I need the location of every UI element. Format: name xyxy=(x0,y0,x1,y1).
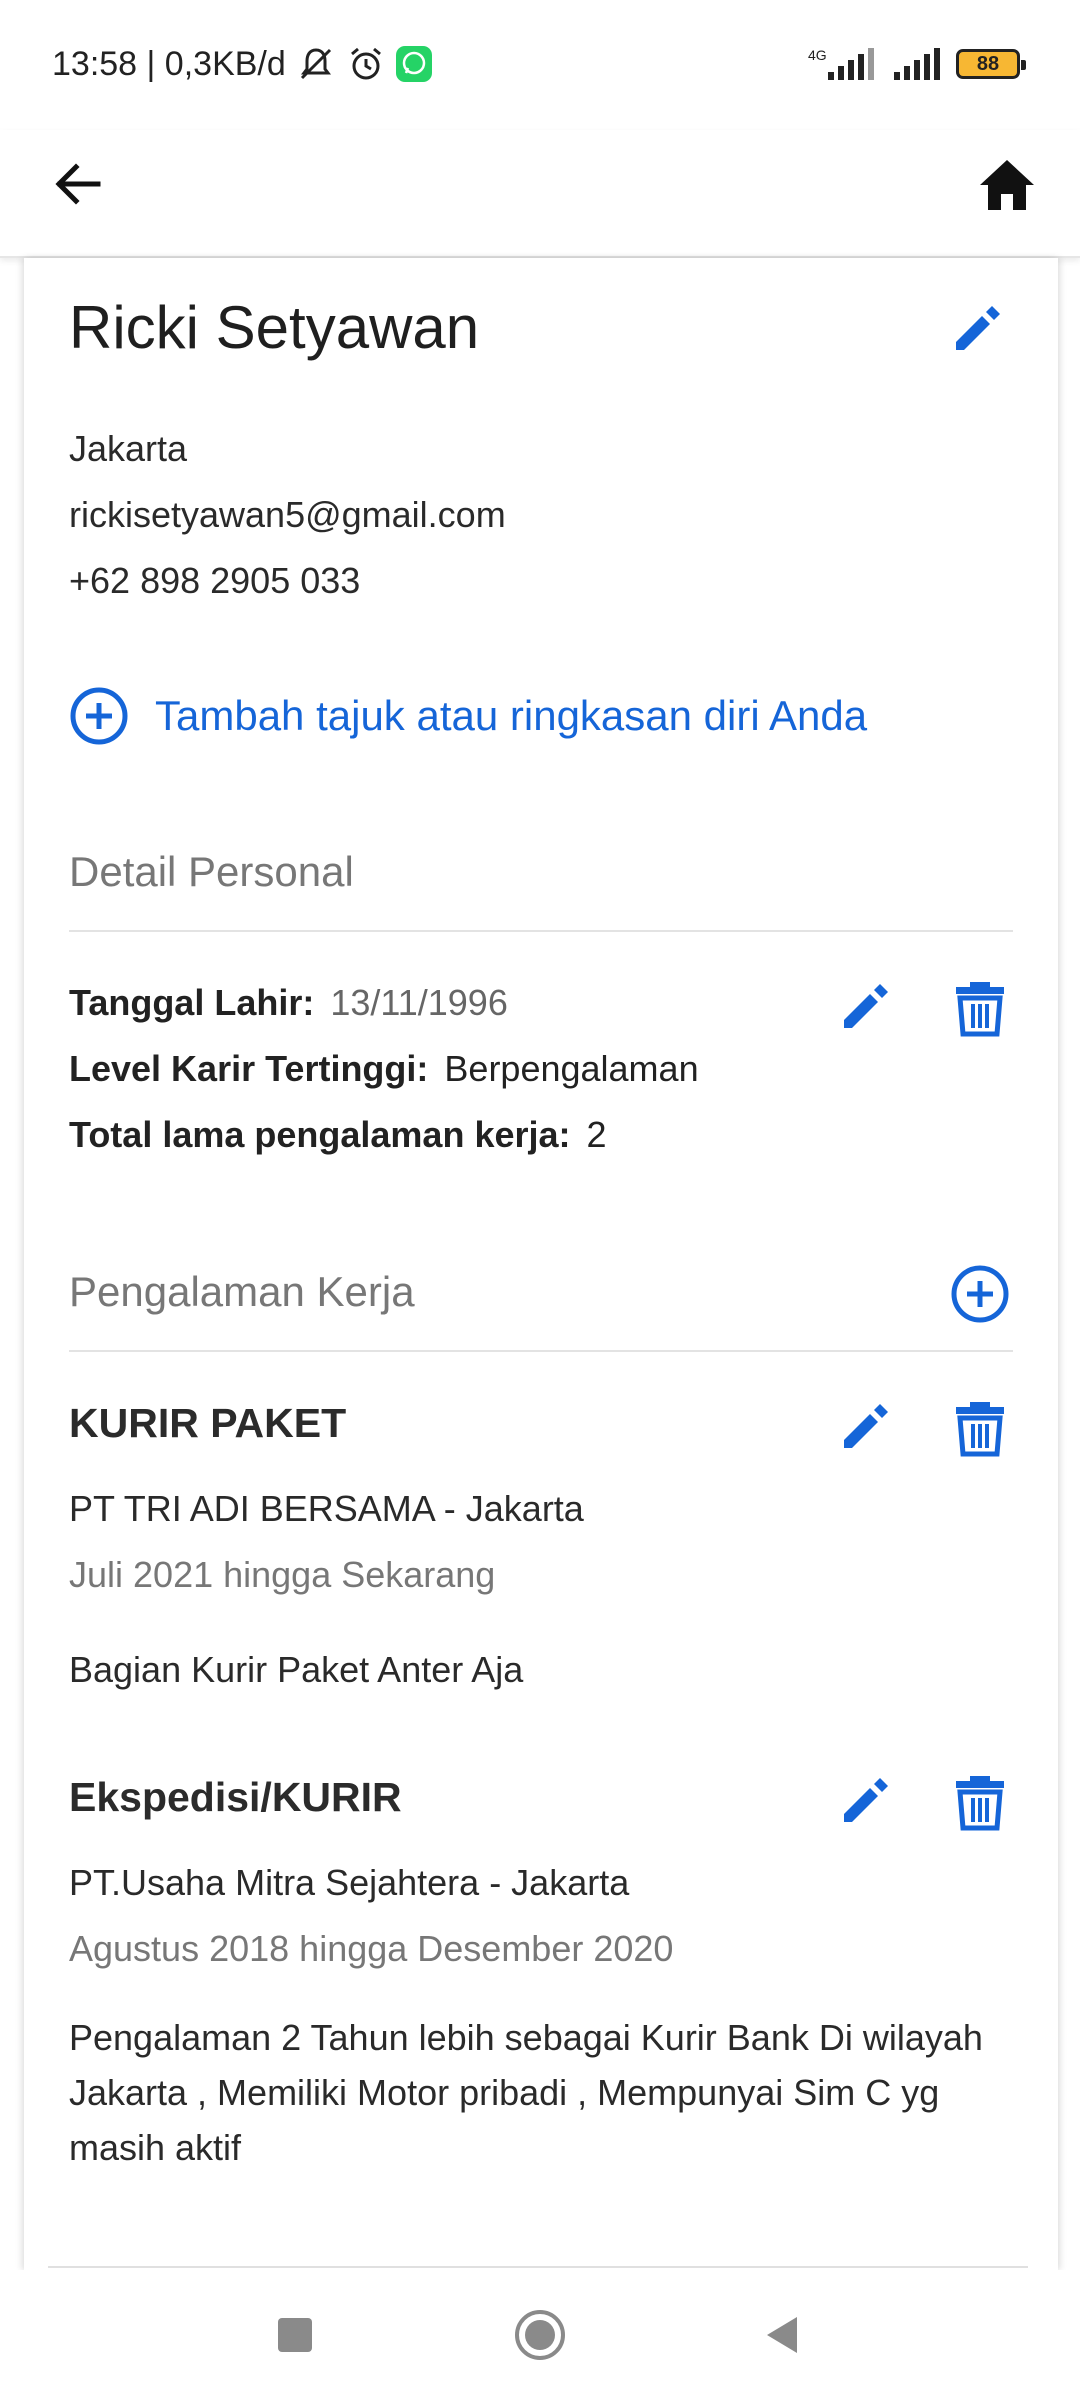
edit-personal-icon[interactable] xyxy=(836,976,896,1036)
triangle-back-icon xyxy=(767,2317,797,2353)
job-company: PT TRI ADI BERSAMA - Jakarta xyxy=(69,1488,584,1529)
edit-job-icon[interactable] xyxy=(836,1396,896,1456)
app-bar xyxy=(0,130,1080,258)
job-description: Bagian Kurir Paket Anter Aja xyxy=(69,1649,524,1690)
job-period: Agustus 2018 hingga Desember 2020 xyxy=(69,1928,674,1969)
back-nav-button[interactable] xyxy=(718,2270,848,2400)
add-experience-icon[interactable] xyxy=(950,1264,1010,1324)
total-label: Total lama pengalaman kerja: xyxy=(69,1114,571,1155)
divider xyxy=(69,1350,1013,1352)
status-bar: 13:58 | 0,3KB/d 4G 88 xyxy=(0,0,1080,130)
system-nav-bar xyxy=(0,2270,1080,2400)
back-arrow-icon[interactable] xyxy=(50,156,106,212)
delete-job-icon[interactable] xyxy=(952,1770,1008,1832)
add-circle-icon xyxy=(70,687,128,745)
status-time: 13:58 | 0,3KB/d xyxy=(52,44,286,83)
birth-label: Tanggal Lahir: xyxy=(69,982,315,1023)
edit-profile-icon[interactable] xyxy=(948,298,1008,358)
delete-job-icon[interactable] xyxy=(952,1396,1008,1458)
job-period: Juli 2021 hingga Sekarang xyxy=(69,1554,496,1595)
job-description: Pengalaman 2 Tahun lebih sebagai Kurir B… xyxy=(69,2017,983,2168)
square-icon xyxy=(278,2318,312,2352)
home-nav-button[interactable] xyxy=(475,2270,605,2400)
status-right: 4G 88 xyxy=(808,44,1026,84)
signal-icon xyxy=(894,48,940,80)
recents-button[interactable] xyxy=(230,2270,360,2400)
add-summary-button[interactable]: Tambah tajuk atau ringkasan diri Anda xyxy=(69,686,867,746)
delete-personal-icon[interactable] xyxy=(952,976,1008,1038)
silent-bell-icon xyxy=(300,48,331,80)
job-company: PT.Usaha Mitra Sejahtera - Jakarta xyxy=(69,1862,630,1903)
profile-phone: +62 898 2905 033 xyxy=(69,560,361,601)
career-level-row: Level Karir Tertinggi: Berpengalaman xyxy=(69,1048,699,1090)
personal-section-title: Detail Personal xyxy=(69,848,354,895)
birth-date-row: Tanggal Lahir: 13/11/1996 xyxy=(69,982,508,1024)
profile-name: Ricki Setyawan xyxy=(69,294,480,361)
edit-job-icon[interactable] xyxy=(836,1770,896,1830)
whatsapp-icon xyxy=(395,46,432,82)
battery-level: 88 xyxy=(976,52,1000,75)
profile-email: rickisetyawan5@gmail.com xyxy=(69,494,506,535)
level-label: Level Karir Tertinggi: xyxy=(69,1048,429,1089)
experience-section-title: Pengalaman Kerja xyxy=(69,1268,415,1315)
battery-icon: 88 xyxy=(956,49,1026,79)
job-title: Ekspedisi/KURIR xyxy=(69,1774,402,1820)
signal-4g-icon: 4G xyxy=(808,47,874,80)
divider xyxy=(69,930,1013,932)
bottom-divider xyxy=(48,2266,1028,2268)
total-value: 2 xyxy=(586,1114,607,1155)
status-left: 13:58 | 0,3KB/d xyxy=(52,44,432,84)
network-label: 4G xyxy=(808,47,827,63)
alarm-icon xyxy=(350,47,381,80)
home-icon[interactable] xyxy=(976,154,1038,216)
profile-city: Jakarta xyxy=(69,428,188,469)
level-value: Berpengalaman xyxy=(444,1048,699,1089)
profile-card: Ricki Setyawan Jakarta rickisetyawan5@gm… xyxy=(24,258,1058,2270)
add-summary-label: Tambah tajuk atau ringkasan diri Anda xyxy=(155,692,868,739)
birth-value: 13/11/1996 xyxy=(330,982,508,1023)
job-title: KURIR PAKET xyxy=(69,1400,347,1446)
circle-home-icon xyxy=(515,2310,565,2360)
total-experience-row: Total lama pengalaman kerja: 2 xyxy=(69,1114,607,1156)
